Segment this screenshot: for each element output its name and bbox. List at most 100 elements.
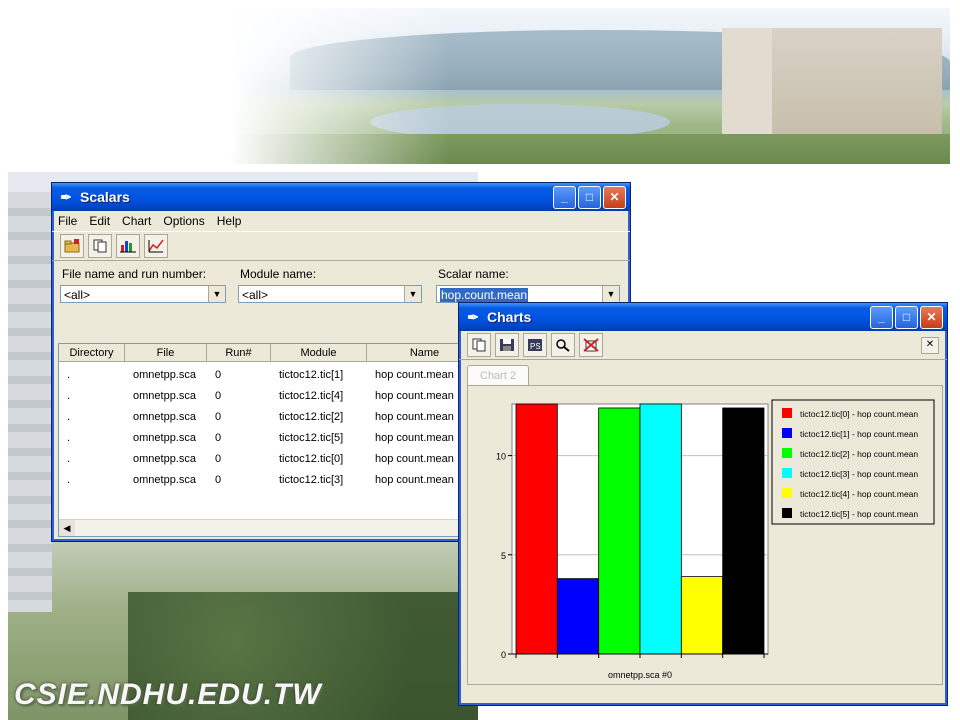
bar: [556, 578, 600, 655]
cell-directory: .: [67, 389, 71, 402]
cell-run: 0: [215, 473, 222, 486]
legend-swatch: [782, 468, 792, 478]
y-tick-label: 5: [501, 551, 506, 561]
file-filter-label: File name and run number:: [62, 267, 207, 281]
delete-icon[interactable]: [579, 333, 603, 357]
tab-chart-2[interactable]: Chart 2: [467, 365, 530, 386]
close-chart-icon[interactable]: ✕: [921, 337, 939, 354]
svg-text:PS: PS: [530, 342, 541, 351]
scalars-title: Scalars: [80, 189, 130, 205]
module-filter-label: Module name:: [240, 267, 317, 281]
legend-swatch: [782, 508, 792, 518]
legend-label: tictoc12.tic[5] - hop count.mean: [800, 509, 918, 519]
cell-directory: .: [67, 368, 71, 381]
cell-module: tictoc12.tic[1]: [279, 368, 344, 381]
menu-file[interactable]: File: [58, 214, 77, 228]
charts-title: Charts: [487, 309, 532, 325]
scalar-filter-combo[interactable]: hop.count.mean ▼: [436, 285, 620, 303]
cell-file: omnetpp.sca: [133, 389, 196, 402]
close-button[interactable]: ✕: [920, 305, 943, 329]
feather-icon: ✒: [467, 309, 479, 325]
chart-tabs: Chart 2: [467, 365, 530, 386]
legend-label: tictoc12.tic[0] - hop count.mean: [800, 409, 918, 419]
legend-label: tictoc12.tic[2] - hop count.mean: [800, 449, 918, 459]
line-chart-icon[interactable]: [144, 234, 168, 258]
charts-toolbar: PS: [459, 331, 947, 360]
bar-chart: 0 5 10 omnetpp.sca #0 tictoc12.tic[0] - hop …: [496, 399, 935, 680]
scalars-titlebar[interactable]: ✒ Scalars _ □ ✕: [52, 183, 630, 211]
menu-options[interactable]: Options: [163, 214, 204, 228]
module-filter-value: <all>: [242, 288, 269, 302]
legend-swatch: [782, 428, 792, 438]
chevron-down-icon[interactable]: ▼: [208, 286, 225, 302]
save-icon[interactable]: [495, 333, 519, 357]
chart-panel: 0 5 10 omnetpp.sca #0 tictoc12.tic[0] - hop …: [467, 385, 943, 685]
copy-icon[interactable]: [88, 234, 112, 258]
bar: [722, 407, 765, 655]
legend-label: tictoc12.tic[1] - hop count.mean: [800, 429, 918, 439]
header-photo: [230, 8, 950, 164]
file-filter-combo[interactable]: <all> ▼: [60, 285, 226, 303]
legend-swatch: [782, 408, 792, 418]
cell-file: omnetpp.sca: [133, 368, 196, 381]
close-button[interactable]: ✕: [603, 185, 626, 209]
cell-directory: .: [67, 473, 71, 486]
bar: [639, 403, 682, 655]
cell-file: omnetpp.sca: [133, 452, 196, 465]
save-ps-icon[interactable]: PS: [523, 333, 547, 357]
cell-directory: .: [67, 452, 71, 465]
cell-run: 0: [215, 410, 222, 423]
minimize-button[interactable]: _: [870, 305, 893, 329]
column-header-run[interactable]: Run#: [207, 344, 271, 362]
cell-directory: .: [67, 410, 71, 423]
menu-help[interactable]: Help: [217, 214, 242, 228]
charts-window: ✒ Charts _ □ ✕ PS ✕ Chart 2 0 5 10 omnetpp.…: [458, 302, 948, 706]
chevron-down-icon[interactable]: ▼: [404, 286, 421, 302]
chevron-down-icon[interactable]: ▼: [602, 286, 619, 302]
file-filter-value: <all>: [64, 288, 91, 302]
legend-label: tictoc12.tic[4] - hop count.mean: [800, 489, 918, 499]
column-header-file[interactable]: File: [125, 344, 207, 362]
scalar-filter-value: hop.count.mean: [440, 288, 529, 302]
menu-chart[interactable]: Chart: [122, 214, 151, 228]
scalar-filter-label: Scalar name:: [438, 267, 509, 281]
bar-chart-icon[interactable]: [116, 234, 140, 258]
site-watermark: CSIE.NDHU.EDU.TW: [14, 678, 322, 711]
y-tick-label: 10: [496, 452, 506, 462]
cell-module: tictoc12.tic[5]: [279, 431, 344, 444]
cell-module: tictoc12.tic[3]: [279, 473, 344, 486]
cell-module: tictoc12.tic[2]: [279, 410, 344, 423]
y-tick-label: 0: [501, 650, 506, 660]
legend-label: tictoc12.tic[3] - hop count.mean: [800, 469, 918, 479]
cell-file: omnetpp.sca: [133, 473, 196, 486]
column-header-directory[interactable]: Directory: [59, 344, 125, 362]
scalars-toolbar: [52, 231, 630, 261]
cell-run: 0: [215, 452, 222, 465]
copy-icon[interactable]: [467, 333, 491, 357]
cell-directory: .: [67, 431, 71, 444]
open-folder-icon[interactable]: [60, 234, 84, 258]
cell-module: tictoc12.tic[0]: [279, 452, 344, 465]
cell-run: 0: [215, 368, 222, 381]
legend-swatch: [782, 488, 792, 498]
zoom-icon[interactable]: [551, 333, 575, 357]
bar: [515, 403, 558, 655]
menu-edit[interactable]: Edit: [89, 214, 110, 228]
cell-file: omnetpp.sca: [133, 410, 196, 423]
maximize-button[interactable]: □: [895, 305, 918, 329]
bar: [680, 576, 724, 655]
charts-titlebar[interactable]: ✒ Charts _ □ ✕: [459, 303, 947, 331]
cell-run: 0: [215, 389, 222, 402]
maximize-button[interactable]: □: [578, 185, 601, 209]
scalars-menubar: File Edit Chart Options Help: [52, 211, 630, 231]
cell-file: omnetpp.sca: [133, 431, 196, 444]
feather-icon: ✒: [60, 189, 72, 205]
bar: [598, 407, 641, 655]
cell-module: tictoc12.tic[4]: [279, 389, 344, 402]
cell-run: 0: [215, 431, 222, 444]
scroll-left-icon[interactable]: ◀: [59, 520, 75, 536]
x-tick-label: omnetpp.sca #0: [608, 670, 672, 680]
module-filter-combo[interactable]: <all> ▼: [238, 285, 422, 303]
column-header-module[interactable]: Module: [271, 344, 367, 362]
minimize-button[interactable]: _: [553, 185, 576, 209]
